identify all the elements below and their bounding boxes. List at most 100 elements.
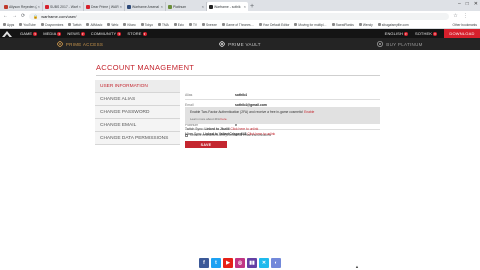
bookmark-favicon-icon bbox=[358, 23, 362, 26]
chevron-down-icon: ▾ bbox=[142, 31, 147, 36]
new-tab-button[interactable]: + bbox=[248, 2, 256, 11]
download-button[interactable]: DOWNLOAD bbox=[444, 29, 480, 38]
close-tab-icon[interactable]: × bbox=[202, 4, 204, 9]
bookmark-item[interactable]: Welc bbox=[107, 23, 118, 27]
sub-navbar: PRIME ACCESS PRIME VAULT BUY PLATINUM bbox=[0, 38, 480, 50]
prime-access-link[interactable]: PRIME ACCESS bbox=[0, 39, 160, 48]
address-bar: ← → ⟳ 🔒 warframe.com/user/ ☆ ⋮ bbox=[0, 11, 480, 21]
language-selector[interactable]: ENGLISH ▾ bbox=[385, 31, 408, 36]
bookmark-item[interactable]: Wendy bbox=[358, 23, 373, 27]
bookmark-item[interactable]: Tokyo bbox=[140, 23, 153, 27]
bookmark-item[interactable]: Apps bbox=[3, 23, 14, 27]
enable-tfa-link[interactable]: Enable bbox=[304, 110, 314, 114]
info-label: Email bbox=[185, 102, 194, 107]
back-icon[interactable]: ← bbox=[3, 13, 8, 19]
bookmark-label: Sneeze bbox=[206, 22, 217, 27]
info-value: sothik4 bbox=[235, 92, 247, 97]
bookmark-item[interactable]: YouTube bbox=[19, 23, 36, 27]
twitch-sync-status: Linked to Jkutiii bbox=[204, 127, 230, 131]
browser-tab[interactable]: Warframe - sothik × bbox=[207, 2, 248, 11]
bookmark-item[interactable]: TMA bbox=[158, 23, 169, 27]
prime-vault-link[interactable]: PRIME VAULT bbox=[160, 39, 320, 48]
tab-title: SUBS 2017 - Warframe bbox=[50, 4, 78, 9]
bookmark-item[interactable]: Your Default Editor bbox=[258, 22, 290, 27]
close-tab-icon[interactable]: × bbox=[38, 4, 40, 9]
mixer-unlink-link[interactable]: Click here to unlink bbox=[247, 132, 275, 136]
buy-platinum-link[interactable]: BUY PLATINUM bbox=[320, 40, 480, 48]
browser-tab[interactable]: Warframe Arsenal (OC)× bbox=[125, 2, 166, 11]
bookmark-label: Your Default Editor bbox=[262, 22, 290, 27]
platinum-icon bbox=[377, 40, 384, 48]
prime-vault-icon bbox=[218, 39, 226, 48]
bookmark-item[interactable]: Kitaro bbox=[123, 22, 136, 27]
bookmark-label: SweatFlanks bbox=[335, 22, 354, 27]
other-bookmarks[interactable]: Other bookmarks bbox=[453, 23, 477, 27]
twitch-unlink-link[interactable]: Click here to unlink bbox=[230, 127, 258, 131]
scroll-to-top-icon[interactable]: ▲ bbox=[355, 264, 359, 269]
account-menu-item[interactable]: CHANGE PASSWORD bbox=[95, 106, 180, 119]
nav-item-game[interactable]: GAME ▾ bbox=[20, 31, 38, 36]
bookmark-item[interactable]: AllMusic bbox=[86, 23, 102, 27]
facebook-icon[interactable]: f bbox=[199, 258, 209, 268]
twitch-icon[interactable]: ▮▮ bbox=[247, 258, 257, 268]
youtube-icon[interactable]: ▶ bbox=[223, 258, 233, 268]
site-navbar: GAME ▾ MEDIA ▾ NEWS ▾ COMMUNITY ▾ STORE ▾ ENGLISH… bbox=[0, 29, 480, 38]
account-menu-item[interactable]: CHANGE DATA PERMISSIONS bbox=[95, 132, 180, 145]
bookmark-item[interactable]: Sneeze bbox=[202, 23, 217, 27]
nav-item-store[interactable]: STORE ▾ bbox=[127, 31, 147, 36]
tfa-learn-more-link[interactable]: here. bbox=[221, 117, 228, 121]
close-window-icon[interactable]: ✕ bbox=[474, 1, 478, 7]
discord-icon[interactable]: ◐ bbox=[271, 258, 281, 268]
url-input[interactable]: 🔒 warframe.com/user/ bbox=[29, 12, 450, 20]
menu-icon[interactable]: ⋮ bbox=[463, 13, 468, 19]
close-tab-icon[interactable]: × bbox=[161, 4, 163, 9]
nav-item-label: STORE bbox=[127, 31, 142, 36]
bookmark-favicon-icon bbox=[294, 23, 298, 26]
bookmark-item[interactable]: sibugaismyfile.com bbox=[377, 22, 409, 27]
close-tab-icon[interactable]: × bbox=[79, 4, 81, 9]
info-row: Alias sothik4 bbox=[185, 90, 380, 100]
reload-icon[interactable]: ⟳ bbox=[21, 13, 25, 19]
bookmark-item[interactable]: Moving for multipl… bbox=[294, 23, 327, 27]
bookmark-item[interactable]: Crayonmixes bbox=[40, 23, 63, 27]
maximize-icon[interactable]: □ bbox=[466, 1, 469, 7]
bookmark-item[interactable]: SweatFlanks bbox=[331, 22, 354, 27]
nav-item-news[interactable]: NEWS ▾ bbox=[67, 31, 85, 36]
account-page: ACCOUNT MANAGEMENT USER INFORMATION CHANG… bbox=[0, 50, 480, 252]
browser-tab[interactable]: SUBS 2017 - Warframe× bbox=[43, 2, 84, 11]
bookmark-item[interactable]: TV bbox=[188, 23, 197, 27]
browser-tab[interactable]: Allyson Reyeden (Ableish× bbox=[2, 2, 43, 11]
star-icon[interactable]: ☆ bbox=[453, 13, 457, 19]
linked-accounts: Twitch Sync: Linked to Jkutiii Click her… bbox=[185, 127, 275, 136]
browser-tab[interactable]: Platinum × bbox=[166, 2, 207, 11]
mixer-icon[interactable]: ✕ bbox=[259, 258, 269, 268]
nav-item-label: MEDIA bbox=[43, 31, 57, 36]
nav-item-label: NEWS bbox=[67, 31, 80, 36]
tab-favicon-icon bbox=[45, 4, 49, 9]
prime-vault-label: PRIME VAULT bbox=[228, 41, 261, 47]
bookmark-item[interactable]: Twitch bbox=[68, 23, 81, 27]
close-tab-icon[interactable]: × bbox=[244, 4, 246, 9]
twitter-icon[interactable]: t bbox=[211, 258, 221, 268]
bookmark-label: Kitaro bbox=[127, 22, 136, 27]
bookmark-item[interactable]: Ezio bbox=[173, 23, 184, 27]
chevron-down-icon: ▾ bbox=[403, 31, 408, 36]
forward-icon[interactable]: → bbox=[12, 13, 17, 19]
nav-item-media[interactable]: MEDIA ▾ bbox=[43, 31, 62, 36]
browser-tab[interactable]: Dear Prime | WARFRAME Wiki× bbox=[84, 2, 125, 11]
user-menu[interactable]: SOTHEK ▾ bbox=[415, 31, 437, 36]
account-menu-item[interactable]: CHANGE EMAIL bbox=[95, 119, 180, 132]
nav-item-label: GAME bbox=[20, 31, 33, 36]
account-menu-item[interactable]: USER INFORMATION bbox=[95, 80, 180, 93]
username-label: SOTHEK bbox=[414, 31, 432, 36]
save-button[interactable]: SAVE bbox=[185, 141, 227, 148]
instagram-icon[interactable]: ◎ bbox=[235, 258, 245, 268]
minimize-icon[interactable]: – bbox=[458, 1, 461, 7]
chevron-down-icon: ▾ bbox=[433, 31, 437, 36]
nav-item-community[interactable]: COMMUNITY ▾ bbox=[91, 31, 122, 36]
close-tab-icon[interactable]: × bbox=[120, 4, 122, 9]
bookmark-label: sibugaismyfile.com bbox=[381, 22, 409, 27]
bookmark-item[interactable]: Game of Thrones… bbox=[221, 23, 254, 27]
warframe-logo-icon[interactable] bbox=[0, 29, 14, 38]
account-menu-item[interactable]: CHANGE ALIAS bbox=[95, 93, 180, 106]
